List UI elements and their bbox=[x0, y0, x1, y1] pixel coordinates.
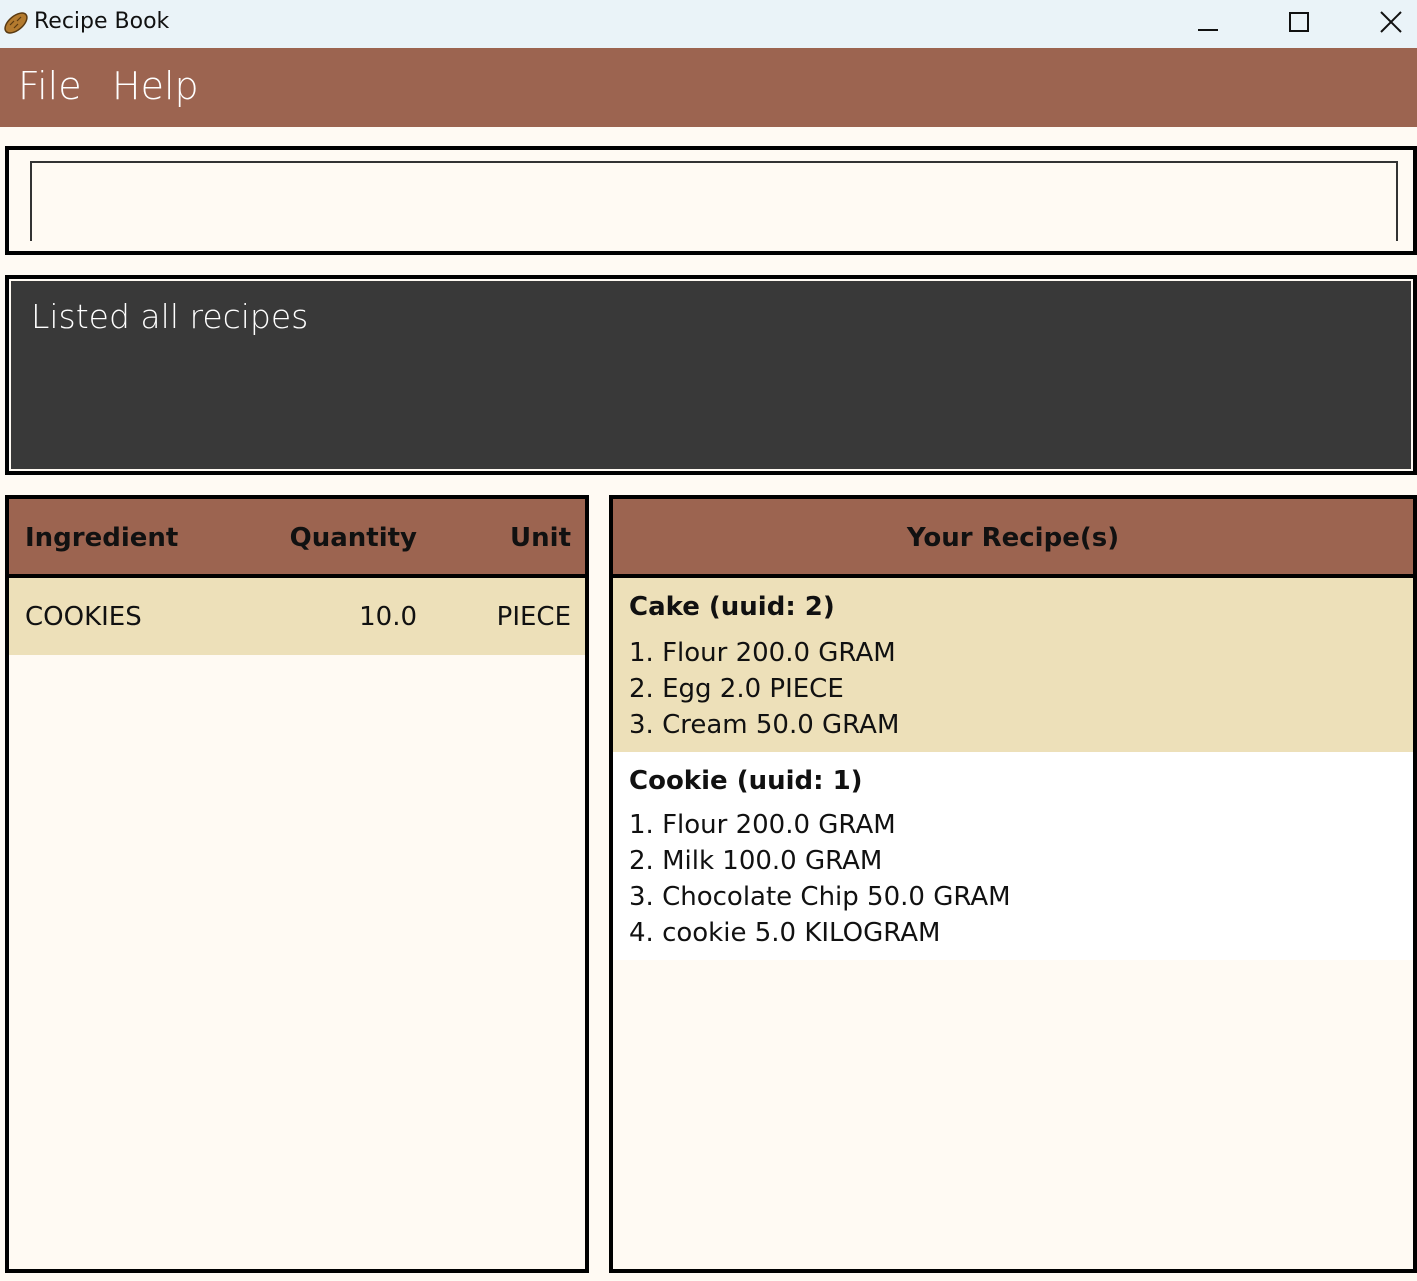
command-input[interactable] bbox=[30, 161, 1398, 241]
recipe-ingredient: 2. Egg 2.0 PIECE bbox=[629, 674, 844, 704]
minimize-icon bbox=[1198, 29, 1218, 31]
menu-file[interactable]: File bbox=[18, 64, 82, 108]
menu-help[interactable]: Help bbox=[112, 64, 199, 108]
ingredient-name: COOKIES bbox=[25, 602, 142, 632]
recipe-ingredient: 2. Milk 100.0 GRAM bbox=[629, 846, 883, 876]
command-box bbox=[5, 146, 1417, 255]
recipe-list-title: Your Recipe(s) bbox=[906, 523, 1120, 553]
recipe-ingredient: 4. cookie 5.0 KILOGRAM bbox=[629, 918, 941, 948]
maximize-icon bbox=[1289, 12, 1309, 32]
bread-icon bbox=[4, 12, 28, 34]
maximize-button[interactable] bbox=[1264, 0, 1334, 44]
recipe-card[interactable]: Cake (uuid: 2) 1. Flour 200.0 GRAM 2. Eg… bbox=[613, 578, 1413, 752]
minimize-button[interactable] bbox=[1173, 0, 1243, 44]
result-display: Listed all recipes bbox=[5, 275, 1417, 475]
recipe-ingredient: 3. Cream 50.0 GRAM bbox=[629, 710, 900, 740]
window-title: Recipe Book bbox=[34, 9, 170, 34]
ingredient-quantity: 10.0 bbox=[359, 602, 417, 632]
close-icon bbox=[1380, 11, 1402, 33]
title-bar: Recipe Book bbox=[0, 0, 1417, 48]
column-header-unit[interactable]: Unit bbox=[510, 523, 571, 553]
table-row[interactable]: COOKIES 10.0 PIECE bbox=[9, 578, 585, 655]
result-message: Listed all recipes bbox=[31, 297, 309, 336]
ingredient-table-header: Ingredient Quantity Unit bbox=[9, 499, 585, 578]
result-display-area: Listed all recipes bbox=[11, 281, 1411, 469]
column-header-ingredient[interactable]: Ingredient bbox=[25, 523, 178, 553]
recipe-card[interactable]: Cookie (uuid: 1) 1. Flour 200.0 GRAM 2. … bbox=[613, 752, 1413, 960]
ingredient-table: Ingredient Quantity Unit COOKIES 10.0 PI… bbox=[5, 495, 589, 1273]
recipe-ingredient: 1. Flour 200.0 GRAM bbox=[629, 810, 896, 840]
recipe-ingredient: 3. Chocolate Chip 50.0 GRAM bbox=[629, 882, 1011, 912]
menu-bar: File Help bbox=[0, 48, 1417, 127]
column-header-quantity[interactable]: Quantity bbox=[290, 523, 417, 553]
recipe-title: Cake (uuid: 2) bbox=[629, 592, 835, 622]
recipe-ingredient: 1. Flour 200.0 GRAM bbox=[629, 638, 896, 668]
close-button[interactable] bbox=[1356, 0, 1417, 44]
recipe-list-header: Your Recipe(s) bbox=[613, 499, 1413, 578]
ingredient-unit: PIECE bbox=[496, 602, 571, 632]
recipe-title: Cookie (uuid: 1) bbox=[629, 766, 863, 796]
recipe-list: Your Recipe(s) Cake (uuid: 2) 1. Flour 2… bbox=[609, 495, 1417, 1273]
